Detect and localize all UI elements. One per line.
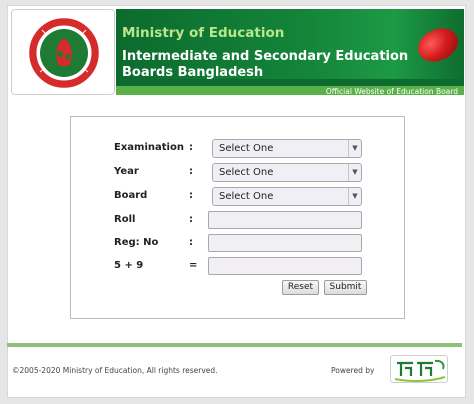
footer-divider <box>7 343 462 347</box>
field-separator: : <box>189 190 193 201</box>
roll-input[interactable] <box>208 211 362 229</box>
form-row-roll: Roll : <box>71 211 406 231</box>
examination-label: Examination <box>114 142 184 153</box>
board-label: Board <box>114 190 148 201</box>
form-row-board: Board : Select One ▼ <box>71 187 406 207</box>
reg-no-input[interactable] <box>208 234 362 252</box>
header: Ministry of Education Intermediate and S… <box>8 6 467 98</box>
field-separator: : <box>189 237 193 248</box>
form-row-year: Year : Select One ▼ <box>71 163 406 183</box>
chevron-down-icon[interactable]: ▼ <box>348 188 361 205</box>
form-buttons: Reset Submit <box>71 280 406 300</box>
page-container: Ministry of Education Intermediate and S… <box>7 5 466 398</box>
ministry-title: Ministry of Education <box>122 25 285 41</box>
board-select[interactable]: Select One ▼ <box>212 187 362 206</box>
copyright-text: ©2005-2020 Ministry of Education, All ri… <box>12 366 218 375</box>
govt-logo[interactable] <box>11 9 115 95</box>
year-select-value: Select One <box>219 167 274 178</box>
result-form: Examination : Select One ▼ Year : Select… <box>70 116 405 319</box>
captcha-input[interactable] <box>208 257 362 275</box>
reset-button[interactable]: Reset <box>282 280 319 295</box>
official-website-text: Official Website of Education Board <box>325 87 458 95</box>
year-select[interactable]: Select One ▼ <box>212 163 362 182</box>
field-separator: : <box>189 142 193 153</box>
field-separator: : <box>189 166 193 177</box>
board-select-value: Select One <box>219 191 274 202</box>
chevron-down-icon[interactable]: ▼ <box>348 140 361 157</box>
roll-label: Roll <box>114 214 136 225</box>
teletalk-logo[interactable] <box>390 355 448 383</box>
year-label: Year <box>114 166 139 177</box>
field-separator: : <box>189 214 193 225</box>
header-subbar: Official Website of Education Board <box>116 86 464 95</box>
field-separator: = <box>189 260 198 271</box>
examination-select[interactable]: Select One ▼ <box>212 139 362 158</box>
reg-no-label: Reg: No <box>114 237 159 248</box>
board-title: Intermediate and Secondary Education Boa… <box>122 49 409 80</box>
examination-select-value: Select One <box>219 143 274 154</box>
submit-button[interactable]: Submit <box>324 280 367 295</box>
form-row-examination: Examination : Select One ▼ <box>71 139 406 159</box>
captcha-question: 5 + 9 <box>114 260 144 271</box>
chevron-down-icon[interactable]: ▼ <box>348 164 361 181</box>
teletalk-icon <box>394 359 446 383</box>
bangladesh-emblem-icon <box>29 18 99 88</box>
form-row-reg-no: Reg: No : <box>71 234 406 254</box>
form-row-captcha: 5 + 9 = <box>71 257 406 277</box>
header-banner: Ministry of Education Intermediate and S… <box>116 9 464 95</box>
powered-by-text: Powered by <box>331 366 375 375</box>
